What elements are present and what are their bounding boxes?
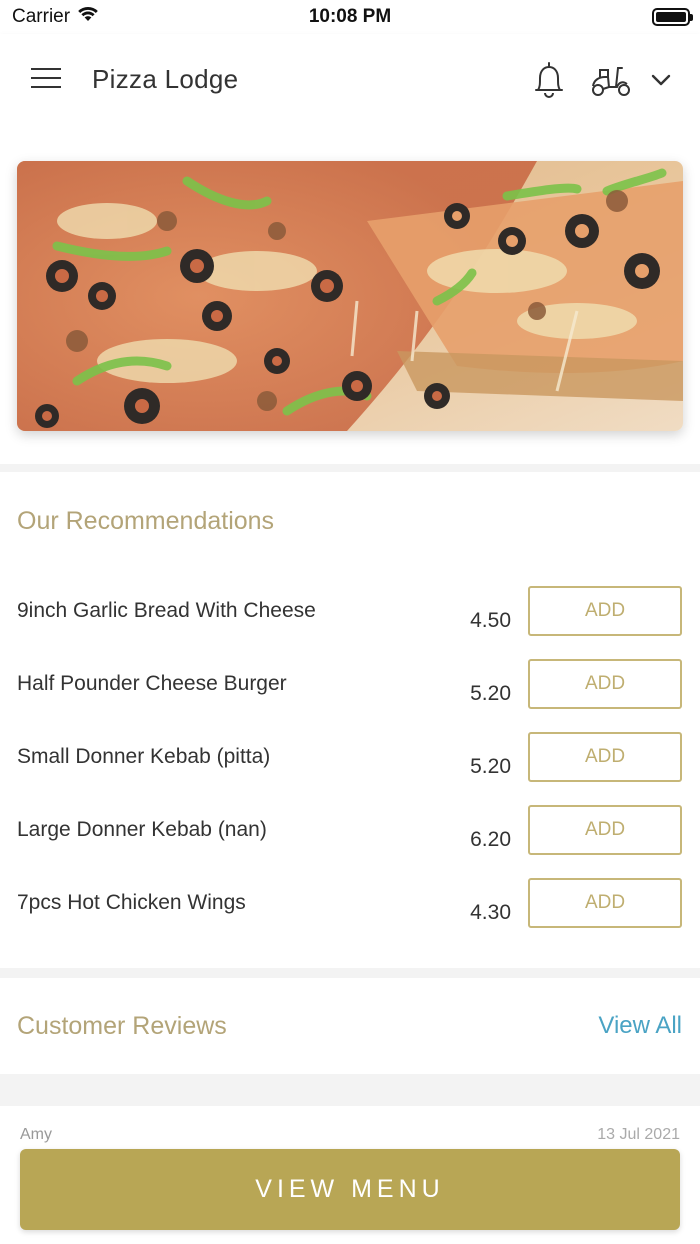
add-button[interactable]: ADD <box>528 732 682 782</box>
item-price: 5.20 <box>470 755 511 778</box>
item-price: 5.20 <box>470 682 511 705</box>
status-time: 10:08 PM <box>308 6 392 27</box>
item-name: Small Donner Kebab (pitta) <box>17 745 271 768</box>
list-item: Half Pounder Cheese Burger 5.20 ADD <box>0 659 700 724</box>
view-menu-button[interactable]: VIEW MENU <box>20 1149 680 1230</box>
item-name: 7pcs Hot Chicken Wings <box>17 891 246 914</box>
item-name: 9inch Garlic Bread With Cheese <box>17 599 316 622</box>
scooter-icon[interactable] <box>590 62 632 98</box>
carrier-label: Carrier <box>12 6 71 27</box>
battery-icon <box>652 8 693 26</box>
list-item: Small Donner Kebab (pitta) 5.20 ADD <box>0 732 700 797</box>
list-item: 9inch Garlic Bread With Cheese 4.50 ADD <box>0 586 700 651</box>
view-all-link[interactable]: View All <box>598 1012 682 1040</box>
list-item: 7pcs Hot Chicken Wings 4.30 ADD <box>0 878 700 943</box>
add-button[interactable]: ADD <box>528 586 682 636</box>
item-name: Large Donner Kebab (nan) <box>17 818 267 841</box>
add-button[interactable]: ADD <box>528 805 682 855</box>
menu-icon[interactable] <box>31 68 61 92</box>
review-date: 13 Jul 2021 <box>597 1126 680 1143</box>
app-header: Pizza Lodge <box>0 34 700 126</box>
recommendations-section: Our Recommendations 9inch Garlic Bread W… <box>0 472 700 968</box>
page-title: Pizza Lodge <box>92 64 239 94</box>
item-price: 6.20 <box>470 828 511 851</box>
list-item: Large Donner Kebab (nan) 6.20 ADD <box>0 805 700 870</box>
bell-icon[interactable] <box>532 60 566 100</box>
wifi-icon <box>76 5 100 29</box>
item-price: 4.30 <box>470 901 511 924</box>
item-price: 4.50 <box>470 609 511 632</box>
reviews-section: Customer Reviews View All <box>0 978 700 1074</box>
add-button[interactable]: ADD <box>528 878 682 928</box>
recommendations-title: Our Recommendations <box>17 507 275 535</box>
pizza-banner-image <box>17 161 683 431</box>
status-bar: Carrier 10:08 PM <box>0 0 700 34</box>
add-button[interactable]: ADD <box>528 659 682 709</box>
reviewer-name: Amy <box>20 1126 52 1143</box>
reviews-title: Customer Reviews <box>17 1012 227 1040</box>
chevron-down-icon[interactable] <box>649 68 673 92</box>
hero-section <box>0 126 700 464</box>
status-left: Carrier <box>12 5 100 29</box>
item-name: Half Pounder Cheese Burger <box>17 672 287 695</box>
